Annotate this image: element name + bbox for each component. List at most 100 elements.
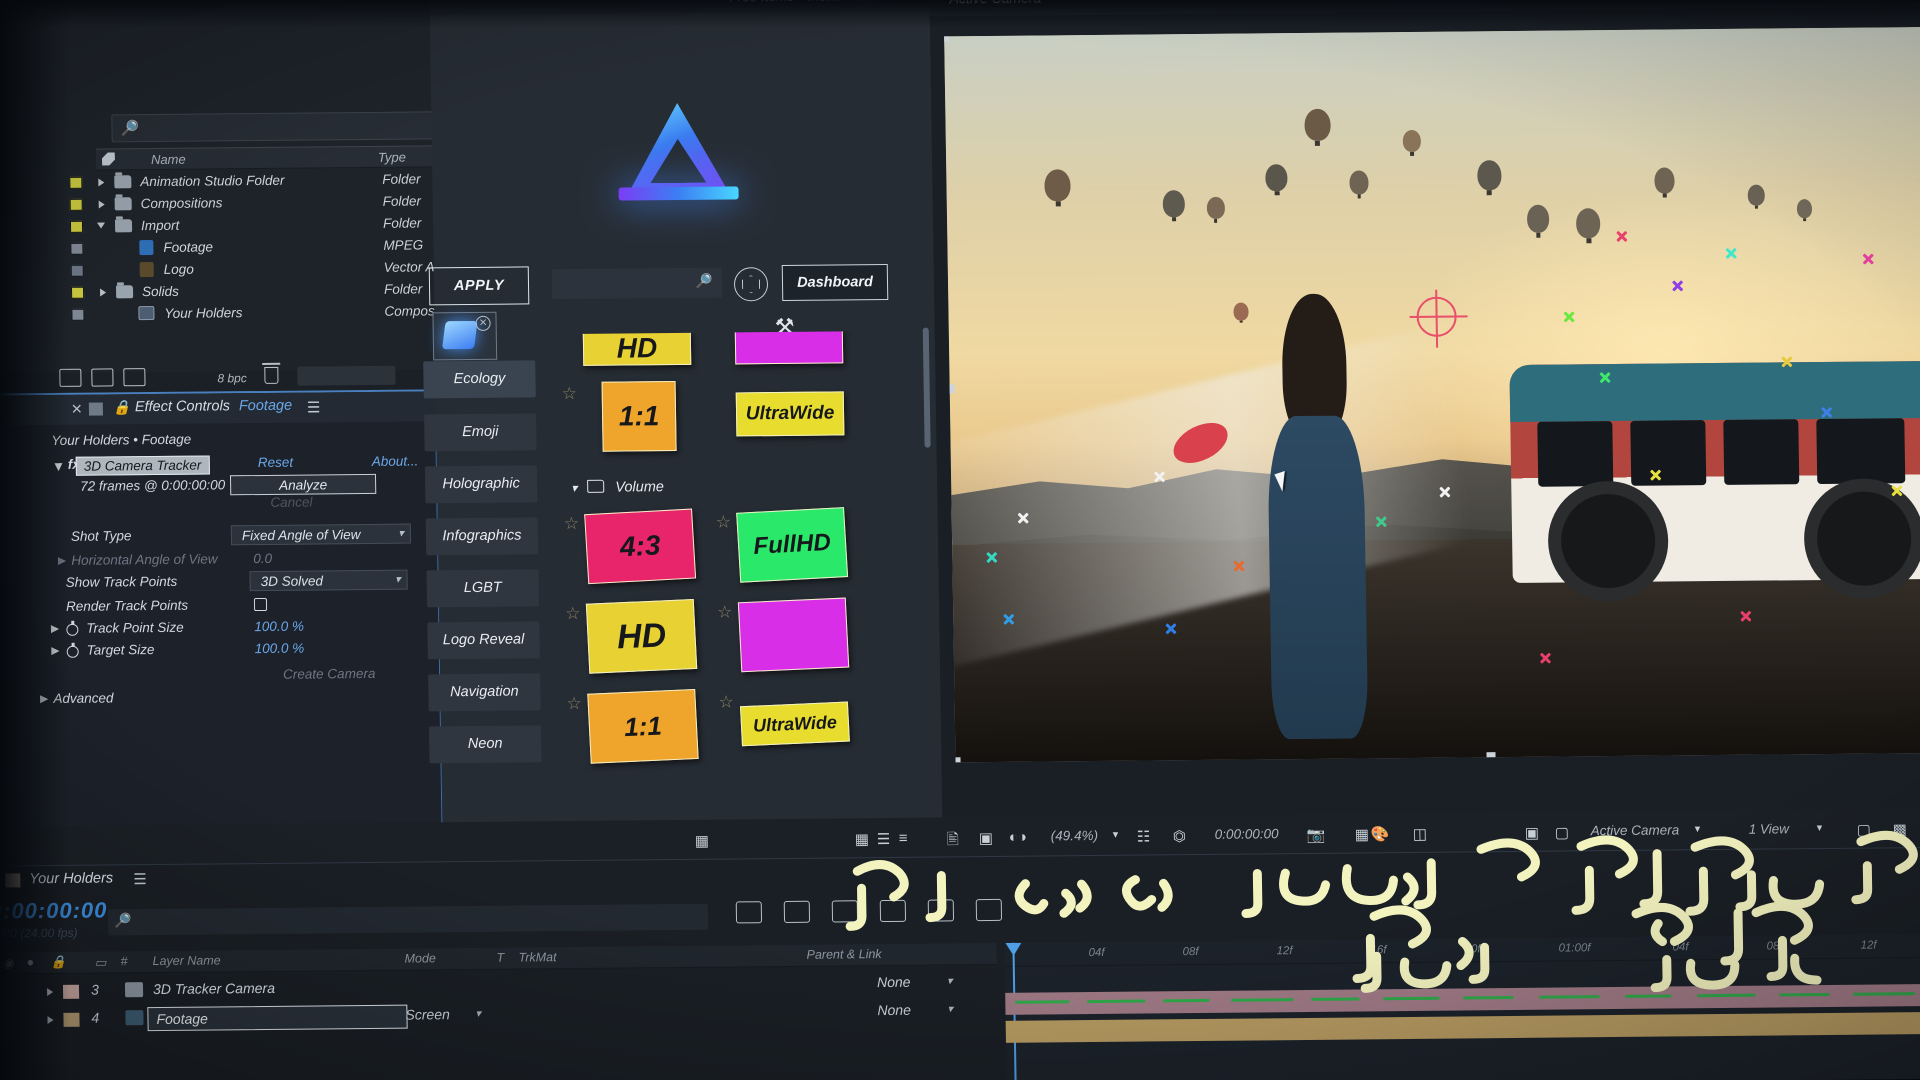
track-point[interactable] (1017, 511, 1030, 524)
label-swatch[interactable] (69, 176, 83, 189)
shot-type-dropdown[interactable]: Fixed Angle of View ▾ (230, 523, 412, 546)
3d-renderer-icon[interactable]: ◫ (1413, 825, 1427, 843)
close-icon[interactable]: ✕ (71, 401, 83, 418)
viewer-handle[interactable] (1486, 752, 1496, 762)
track-point-size-value[interactable]: 100.0 % (254, 619, 304, 634)
timeline-comp-name[interactable]: Your Holders (29, 870, 113, 887)
property-row-shot-type[interactable]: Shot Type Fixed Angle of View ▾ (0, 523, 439, 549)
thumbnail-group-volume[interactable]: ▾ Volume (571, 479, 664, 496)
bit-depth-label[interactable]: 8 bpc (217, 371, 247, 385)
track-point[interactable] (1649, 469, 1662, 482)
twirl-icon[interactable]: ► (48, 621, 62, 636)
camera-view-icon[interactable]: ▢ (1555, 823, 1569, 841)
grid-view-icon[interactable]: ▦ (695, 832, 709, 850)
effect-name-label[interactable]: 3D Camera Tracker (75, 455, 210, 476)
effect-controls-tab-label[interactable]: Effect Controls (135, 398, 230, 415)
pack-tab[interactable]: ✕ (432, 311, 498, 361)
twirl-icon[interactable]: ► (37, 691, 51, 706)
track-point[interactable] (1862, 253, 1875, 266)
new-composition-icon[interactable] (123, 368, 146, 387)
apply-button[interactable]: APPLY (428, 266, 530, 306)
viewer-handle[interactable] (945, 384, 955, 394)
thumbnail-item[interactable]: ☆ UltraWide (716, 685, 865, 770)
column-header-parent[interactable]: Parent & Link (806, 947, 881, 962)
hide-shy-layers-icon[interactable] (831, 900, 859, 923)
category-ecology[interactable]: Ecology (423, 360, 536, 399)
timeline-track-area[interactable]: 04f 08f 12f 16f 20f 01:00f 04f 08f 12f (1004, 933, 1920, 1080)
color-channels-icon[interactable]: 🎨 (1371, 825, 1390, 843)
property-row-target-size[interactable]: ► Target Size 100.0 % (0, 637, 441, 663)
viewer-handle[interactable] (1415, 26, 1425, 31)
delete-icon[interactable] (264, 366, 279, 384)
favorite-star-icon[interactable]: ☆ (564, 514, 580, 534)
track-point[interactable] (1616, 230, 1629, 243)
chevron-down-icon[interactable]: ▾ (1113, 828, 1119, 841)
chevron-down-icon[interactable]: ▾ (1695, 822, 1701, 835)
thumbnail-grid[interactable]: HD ☆ 1:1 UltraWide ▾ Volume ☆ 4:3 ☆ Full… (559, 330, 897, 819)
advanced-row[interactable]: ► Advanced (0, 685, 442, 711)
snapshot-icon[interactable]: 🖹 (947, 829, 959, 854)
view-count-label[interactable]: 1 View (1749, 821, 1790, 836)
composition-viewport[interactable] (944, 26, 1920, 763)
layer-parent[interactable]: None (877, 1002, 911, 1018)
target-size-value[interactable]: 100.0 % (255, 641, 305, 656)
lock-icon[interactable]: 🔒 (113, 399, 131, 416)
category-navigation[interactable]: Navigation (428, 673, 541, 712)
timeline-ruler[interactable]: 04f 08f 12f 16f 20f 01:00f 04f 08f 12f (1004, 933, 1920, 967)
layer-name-edit-field[interactable]: Footage (147, 1004, 408, 1032)
viewer-handle[interactable] (944, 32, 950, 42)
render-track-points-checkbox[interactable] (253, 597, 268, 612)
thumbnail-item[interactable]: ☆ HD (563, 597, 712, 682)
track-point[interactable] (1724, 247, 1737, 260)
frame-blending-icon[interactable] (879, 899, 907, 923)
tracker-target-ring[interactable] (1416, 296, 1457, 337)
track-point[interactable] (1374, 515, 1387, 528)
track-point[interactable] (1233, 560, 1246, 573)
about-button[interactable]: About... (372, 453, 419, 468)
stopwatch-icon[interactable] (66, 645, 79, 658)
thumbnail-item[interactable]: UltraWide (711, 375, 860, 460)
column-header-mode[interactable]: Mode (404, 951, 436, 965)
extension-search-input[interactable]: 🔍 (551, 267, 723, 300)
fast-preview-icon[interactable]: ▩ (1893, 820, 1907, 838)
effect-controls-tab-item[interactable]: Footage (239, 398, 292, 415)
show-track-points-dropdown[interactable]: 3D Solved ▾ (249, 569, 408, 592)
extension-scrollbar[interactable] (922, 327, 931, 448)
thumbnail-item[interactable]: ☆ FullHD (714, 505, 863, 590)
dashboard-button[interactable]: Dashboard (781, 263, 889, 301)
current-timecode-label[interactable]: 0:00:00:00 (1215, 826, 1279, 842)
category-neon[interactable]: Neon (428, 725, 542, 764)
label-swatch[interactable] (70, 264, 84, 277)
pixel-aspect-icon[interactable]: ▢ (1857, 821, 1871, 839)
composition-tab-label[interactable]: Active Camera (949, 0, 1041, 6)
thumbnail-item[interactable]: ☆ 1:1 (559, 377, 708, 462)
track-point[interactable] (1740, 609, 1753, 622)
track-point[interactable] (1563, 310, 1576, 323)
3d-view-icon[interactable]: ▣ (1525, 824, 1539, 842)
layer-name[interactable]: 3D Tracker Camera (153, 980, 275, 997)
chevron-down-icon[interactable]: ▾ (947, 1002, 953, 1015)
show-snapshot-icon[interactable]: ▣ (979, 829, 993, 847)
twirl-icon[interactable]: ▼ (52, 459, 66, 474)
favorite-star-icon[interactable]: ☆ (716, 512, 732, 532)
new-comp-icon[interactable] (59, 368, 82, 387)
camera-snapshot-icon[interactable]: 📷 (1307, 826, 1326, 844)
twirl-icon[interactable]: ► (49, 643, 63, 658)
viewer-handle[interactable] (951, 757, 961, 763)
layer-label-color[interactable] (63, 1012, 80, 1027)
category-holographic[interactable]: Holographic (424, 465, 538, 504)
track-point[interactable] (986, 551, 999, 564)
twirl-icon[interactable] (47, 1016, 54, 1025)
twirl-icon[interactable] (100, 288, 107, 297)
zoom-level-label[interactable]: (49.4%) (1051, 828, 1099, 843)
detail-list-icon[interactable]: ≡ (899, 830, 908, 847)
grid-icon[interactable]: ▦ (855, 830, 869, 848)
thumbnail-item[interactable]: ☆ 4:3 (562, 507, 711, 592)
thumbnail-item[interactable]: ☆ 1:1 (564, 687, 713, 772)
twirl-icon[interactable] (98, 178, 105, 187)
graph-editor-icon[interactable] (975, 898, 1003, 922)
track-point[interactable] (1671, 280, 1684, 293)
reset-button[interactable]: Reset (258, 455, 294, 470)
timeline-layer-bar[interactable] (1005, 1011, 1920, 1043)
favorite-star-icon[interactable]: ☆ (718, 692, 734, 712)
